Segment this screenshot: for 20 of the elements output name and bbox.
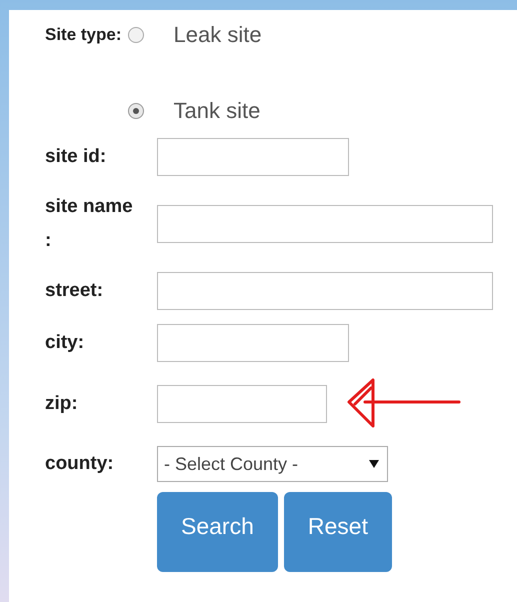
- radio-button[interactable]: [128, 103, 144, 119]
- field-label: city:: [45, 331, 86, 355]
- search-button[interactable]: Search: [157, 492, 278, 572]
- input-field[interactable]: [157, 272, 493, 310]
- caret-icon: [369, 460, 379, 468]
- county-dropdown[interactable]: - Select County -: [157, 446, 388, 482]
- radio-label: Tank site: [174, 98, 260, 124]
- field-label: zip:: [45, 392, 79, 416]
- radio-label: Leak site: [174, 22, 262, 48]
- reset-button[interactable]: Reset: [284, 492, 392, 572]
- input-field[interactable]: [157, 324, 349, 362]
- field-label: county:: [45, 452, 115, 476]
- input-field[interactable]: [157, 385, 327, 423]
- radio-button[interactable]: [128, 27, 144, 43]
- field-label: street:: [45, 279, 104, 303]
- field-label: site name :: [45, 195, 133, 253]
- field-label: site id:: [45, 145, 108, 169]
- input-field[interactable]: [157, 205, 493, 243]
- input-field[interactable]: [157, 138, 349, 176]
- field-label: Site type:: [45, 24, 122, 46]
